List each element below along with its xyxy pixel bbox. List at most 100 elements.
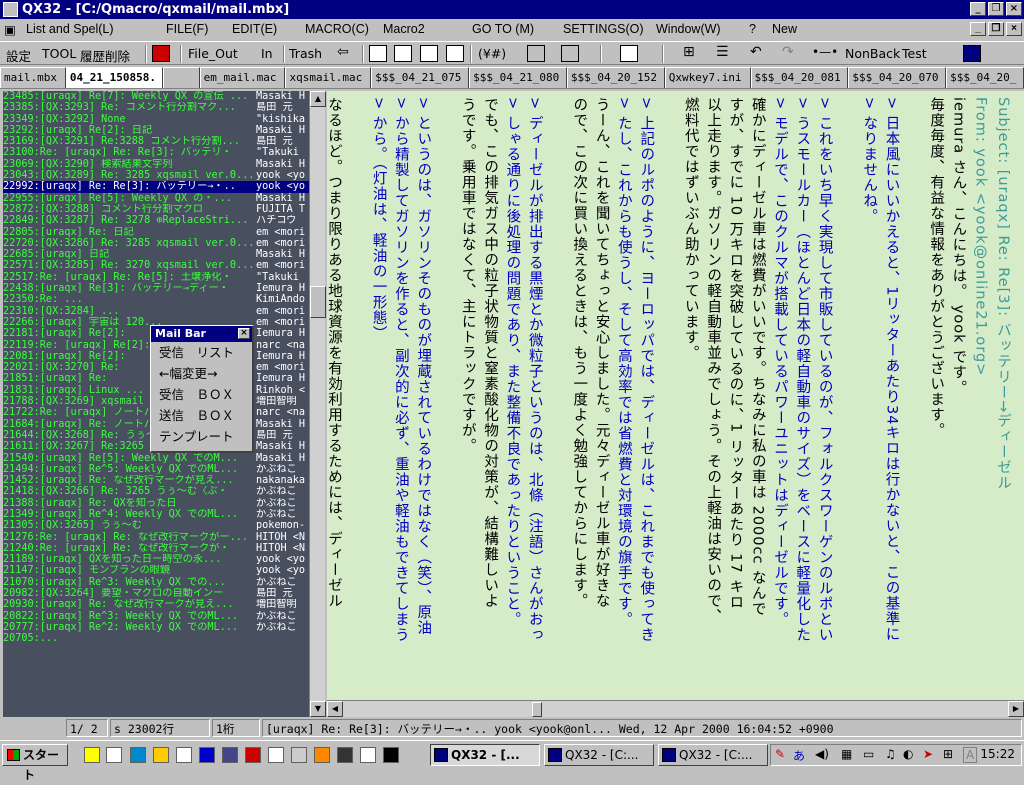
mail-envelope-icon[interactable]	[369, 45, 387, 62]
mail-list-row[interactable]: 23069:[QX:3290] 検索結果文字列 Masaki H	[3, 159, 309, 170]
task-qx32-3[interactable]: QX32 - [C:...	[658, 744, 768, 766]
receive-list-button[interactable]: 受信 リスト	[151, 342, 252, 363]
menu-window[interactable]: Window(W)	[656, 22, 721, 36]
mail-list-row[interactable]: 20777:[uraqx] Re^2: Weekly QX でのML... かぶね…	[3, 622, 309, 633]
yen-hash-button[interactable]: (¥#)	[478, 46, 506, 61]
tray-monitor-icon[interactable]: ▭	[863, 747, 874, 761]
mail-list-row[interactable]: 20982:[QX:3264] 要望・マクロの自動インー 島田 元	[3, 588, 309, 599]
ime-mode-indicator[interactable]: A	[963, 747, 978, 763]
mail-list-row[interactable]: 22350:Re: ... KimiAndo	[3, 294, 309, 305]
mail-list-row[interactable]: 22992:[uraqx] Re: Re[3]: バッテリー→・.. yook <…	[3, 181, 309, 193]
file-out-button[interactable]: File_Out	[188, 46, 238, 61]
tray-mouse-icon[interactable]: ◐	[903, 747, 913, 761]
scroll-left-button[interactable]: ◀	[327, 701, 343, 717]
doc-minimize-button[interactable]: _	[970, 22, 986, 36]
quicklaunch-red-icon[interactable]	[245, 747, 261, 763]
tool-button[interactable]: TOOL	[42, 46, 76, 61]
app-icon[interactable]	[3, 2, 18, 17]
tab-em-mail-mac[interactable]: em_mail.mac	[199, 67, 286, 88]
mail-list-row[interactable]: 23169:[QX:3291] Re:3288 コメント行分割... 島田 元	[3, 136, 309, 147]
mail-list-row[interactable]: 21494:[uraqx] Re^5: Weekly QX でのML... かぶね…	[3, 464, 309, 475]
start-button[interactable]: スタート	[2, 744, 68, 782]
undo-icon[interactable]: ↶	[750, 45, 768, 62]
receive-box-button[interactable]: 受信 ＢＯＸ	[151, 384, 252, 405]
menu-settings[interactable]: SETTINGS(O)	[563, 22, 644, 36]
quicklaunch-search-icon[interactable]	[84, 747, 100, 763]
task-qx32-1[interactable]: QX32 - [...	[430, 744, 540, 766]
scroll-down-button[interactable]: ▼	[310, 701, 326, 717]
tab-04-20-081[interactable]: $$$_04_20_081	[750, 67, 849, 88]
menu-macro[interactable]: MACRO(C)	[305, 22, 369, 36]
tab-blank[interactable]	[162, 67, 200, 88]
scroll-thumb[interactable]	[310, 286, 326, 318]
redo-icon[interactable]: ↷	[782, 45, 800, 62]
menu-macro2[interactable]: Macro2	[383, 22, 425, 36]
mail-list-row[interactable]: 20930:[uraqx] Re: なぜ改行マークが見え... 増田智明	[3, 599, 309, 610]
mail-list-row[interactable]: 23043:[QX:3289] Re: 3285 xqsmail ver.0..…	[3, 170, 309, 181]
mail-list-row[interactable]: 23292:[uraqx] Re[2]: 日記 Masaki H	[3, 125, 309, 136]
mail-list-row[interactable]: 22685:[uraqx] 日記 Masaki H	[3, 249, 309, 260]
mail-list-row[interactable]: 22805:[uraqx] Re: 日記 em <mori	[3, 227, 309, 238]
hscroll-thumb[interactable]	[532, 702, 542, 717]
close-button[interactable]: ×	[1006, 2, 1022, 16]
tab-qxwkey7-ini[interactable]: Qxwkey7.ini	[664, 67, 751, 88]
mail-list-row[interactable]: 23100:Re: [uraqx] Re: Re[3]: バッテリ・ "Takuk…	[3, 147, 309, 158]
menu-file[interactable]: FILE(F)	[166, 22, 208, 36]
mail-reply-icon[interactable]	[420, 45, 438, 62]
quicklaunch-tool-icon[interactable]	[291, 747, 307, 763]
doc-restore-button[interactable]: ❐	[988, 22, 1004, 36]
line-arrow-icon[interactable]: •—•	[812, 45, 842, 62]
volume-icon[interactable]: ◀)	[815, 747, 829, 761]
mail-bar-title[interactable]: Mail Bar ×	[151, 326, 252, 342]
clock[interactable]: 15:22	[980, 747, 1015, 761]
test-button[interactable]: Test	[902, 46, 927, 61]
tab-04-21-080[interactable]: $$$_04_21_080	[469, 67, 567, 88]
mail-list-scrollbar[interactable]: ▲ ▼	[309, 91, 326, 717]
template-button[interactable]: テンプレート	[151, 426, 252, 447]
quicklaunch-win-icon[interactable]	[337, 747, 353, 763]
quicklaunch-app-icon[interactable]	[106, 747, 122, 763]
quicklaunch-file-icon[interactable]	[314, 747, 330, 763]
quicklaunch-qx-icon[interactable]	[268, 747, 284, 763]
doc-close-button[interactable]: ×	[1006, 22, 1022, 36]
menu-file-icon[interactable]: ▣	[4, 22, 16, 37]
tray-app-icon[interactable]: ▦	[841, 747, 852, 761]
nonback-button[interactable]: NonBack	[845, 46, 900, 61]
mail-list-row[interactable]: 23485:[uraqx] Re[7]: Weekly QX の宣伝 ... Ma…	[3, 91, 309, 102]
window-titlebar[interactable]: QX32 - [C:/Qmacro/qxmail/mail.mbx] _ ❐ ×	[0, 0, 1024, 19]
menu-new[interactable]: New	[772, 22, 797, 36]
tab-mail-mbx[interactable]: mail.mbx	[0, 67, 66, 88]
message-hscrollbar[interactable]: ◀ ▶	[327, 700, 1024, 717]
list-icon[interactable]: ☰	[716, 45, 734, 62]
menu-list-and-spel[interactable]: List and Spel(L)	[26, 22, 114, 36]
mail-list-row[interactable]: 21349:[uraqx] Re^4: Weekly QX でのML... かぶね…	[3, 509, 309, 520]
menu-help[interactable]: ?	[749, 22, 756, 36]
tab-xqsmail-mac[interactable]: xqsmail.mac	[285, 67, 372, 88]
window-split-icon[interactable]: ⊞	[683, 45, 701, 62]
mail-list-row[interactable]: 22438:[uraqx] Re[3]: バッテリー→ディー・ Iemura H	[3, 283, 309, 294]
mail-bar-close-button[interactable]: ×	[238, 328, 250, 339]
tab-04-20[interactable]: $$$_04_20_	[946, 67, 1024, 88]
mail-list-row[interactable]: 22955:[uraqx] Re[5]: Weekly QX の・... Masa…	[3, 193, 309, 204]
mail-forward-icon[interactable]	[446, 45, 464, 62]
in-button[interactable]: In	[261, 46, 273, 61]
mail-list-row[interactable]: 22571:[QX:3285] Re: 3270 xqsmail ver.0..…	[3, 260, 309, 271]
quicklaunch-book-icon[interactable]	[199, 747, 215, 763]
mailbox-icon[interactable]	[152, 45, 170, 62]
mail-list-row[interactable]: 21540:[uraqx] Re[5]: Weekly QX でのM... Mas…	[3, 453, 309, 464]
tab-04-21-075[interactable]: $$$_04_21_075	[371, 67, 470, 88]
send-box-button[interactable]: 送信 ＢＯＸ	[151, 405, 252, 426]
restore-button[interactable]: ❐	[988, 2, 1004, 16]
tab-04-21-150858[interactable]: 04_21_150858.	[65, 67, 163, 88]
mail-list-row[interactable]: 21070:[uraqx] Re^3: Weekly QX での... かぶねこ	[3, 577, 309, 588]
quicklaunch-doc-icon[interactable]	[222, 747, 238, 763]
quicklaunch-folder-icon[interactable]	[153, 747, 169, 763]
tab-04-20-070[interactable]: $$$_04_20_070	[848, 67, 947, 88]
scroll-up-button[interactable]: ▲	[310, 91, 326, 107]
mail-list-row[interactable]: 21147:[uraqx] モンブランの眼鏡 yook <yo	[3, 565, 309, 576]
quicklaunch-ie-icon[interactable]	[130, 747, 146, 763]
mail-list-row[interactable]: 20705:...	[3, 633, 309, 644]
mail-list-row[interactable]: 23385:[QX:3293] Re: コメント行分割マク... 島田 元	[3, 102, 309, 113]
tray-music-icon[interactable]: ♫	[885, 747, 896, 761]
pen-icon[interactable]: ✎	[775, 747, 785, 761]
